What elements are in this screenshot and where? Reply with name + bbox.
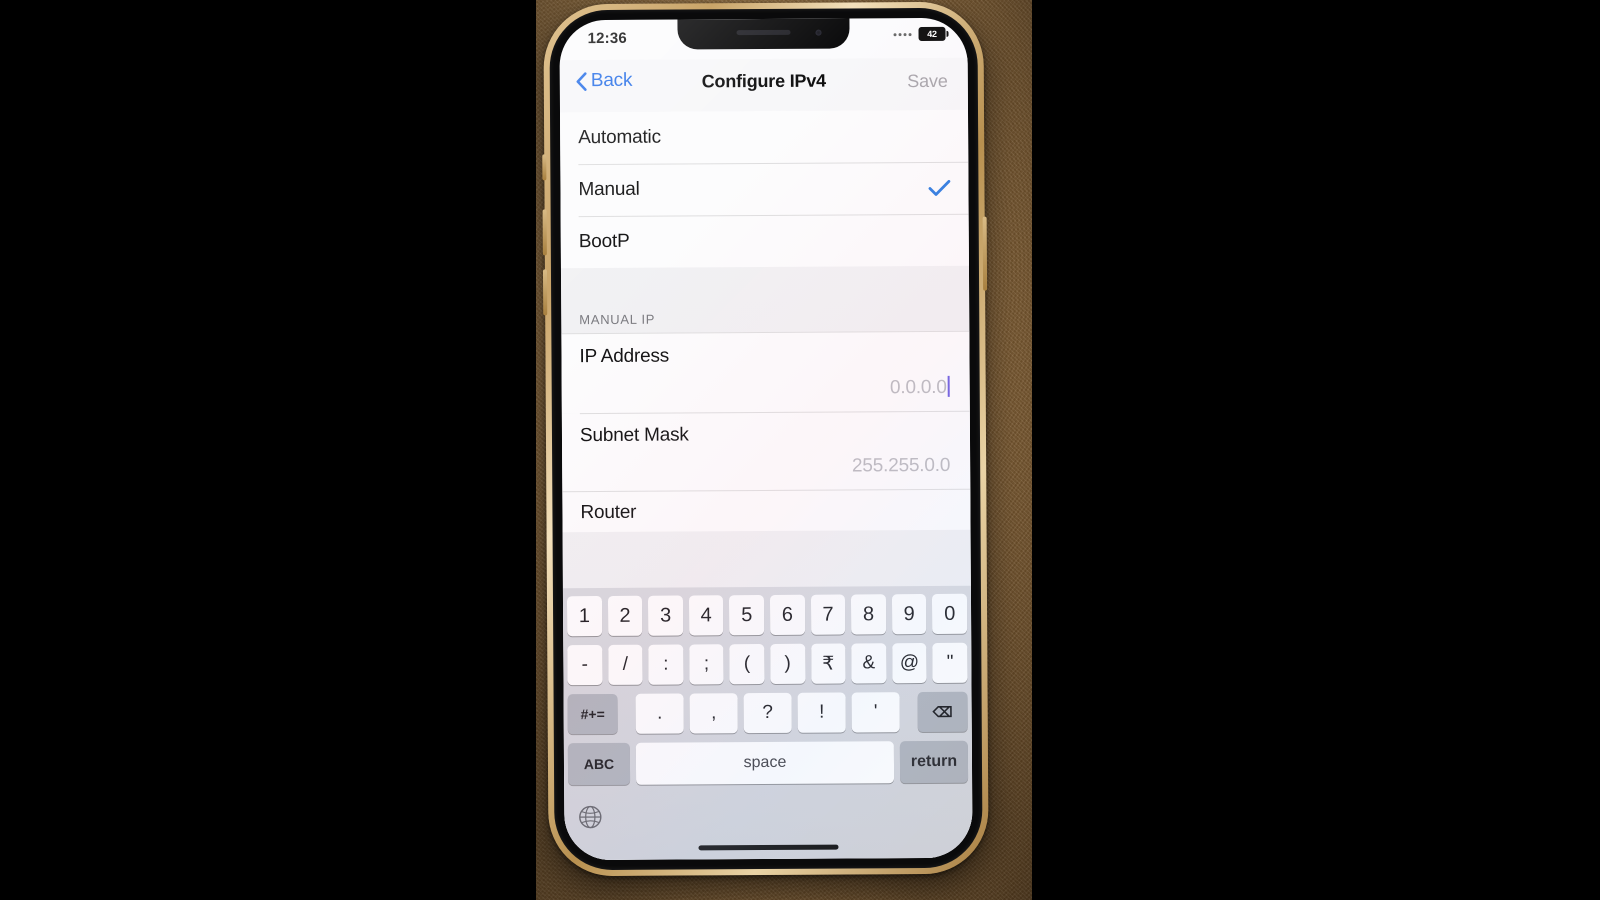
- field-subnet-mask[interactable]: Subnet Mask 255.255.0.0: [561, 410, 971, 492]
- key-ampersand[interactable]: &: [851, 643, 887, 684]
- key-slash[interactable]: /: [607, 644, 643, 685]
- screenshot-stage: 12:36 42 Back Configure IPv4 Save Automa…: [0, 0, 1600, 900]
- keyboard-spacer: [906, 692, 912, 732]
- keyboard-row-numbers: 1 2 3 4 5 6 7 8 9 0: [563, 593, 971, 637]
- key-1[interactable]: 1: [566, 596, 602, 637]
- status-clock: 12:36: [587, 29, 627, 48]
- ip-address-value: 0.0.0.0: [889, 376, 947, 399]
- key-period[interactable]: .: [635, 693, 684, 734]
- option-label: BootP: [578, 230, 630, 253]
- option-row-bootp[interactable]: BootP: [561, 214, 969, 268]
- battery-percent-label: 42: [927, 28, 937, 40]
- key-9[interactable]: 9: [891, 594, 927, 635]
- key-4[interactable]: 4: [688, 595, 724, 636]
- globe-icon[interactable]: [578, 805, 602, 829]
- save-button[interactable]: Save: [907, 71, 948, 92]
- subnet-mask-value: 255.255.0.0: [851, 454, 951, 477]
- manual-ip-section-header: MANUAL IP: [579, 311, 656, 328]
- key-quote[interactable]: ": [932, 642, 968, 683]
- key-hyphen[interactable]: -: [567, 645, 603, 686]
- key-8[interactable]: 8: [851, 594, 886, 635]
- key-semicolon[interactable]: ;: [689, 644, 724, 685]
- key-rupee[interactable]: ₹: [810, 643, 846, 684]
- back-button-label: Back: [590, 69, 633, 92]
- photo-region: 12:36 42 Back Configure IPv4 Save Automa…: [536, 0, 1032, 900]
- volume-up-button[interactable]: [542, 209, 547, 256]
- keyboard-row-bottom: ABC space return: [564, 740, 972, 786]
- key-at[interactable]: @: [892, 643, 927, 684]
- page-title: Configure IPv4: [701, 70, 826, 92]
- settings-content: Automatic Manual BootP MANUAL IP IP Addr…: [560, 109, 973, 861]
- text-cursor: [947, 375, 950, 397]
- notch: [677, 18, 850, 50]
- key-symbols-toggle[interactable]: #+=: [567, 693, 618, 735]
- key-space[interactable]: space: [635, 741, 895, 785]
- key-question[interactable]: ?: [743, 692, 792, 734]
- keyboard-spacer: [624, 694, 630, 734]
- key-6[interactable]: 6: [769, 594, 805, 635]
- back-button[interactable]: Back: [576, 70, 633, 92]
- key-3[interactable]: 3: [648, 595, 684, 636]
- key-comma[interactable]: ,: [689, 693, 738, 734]
- status-right-group: 42: [893, 26, 946, 42]
- key-apostrophe[interactable]: ': [851, 692, 900, 733]
- field-label: Router: [580, 501, 637, 524]
- option-label: Manual: [578, 178, 640, 201]
- key-abc[interactable]: ABC: [567, 742, 631, 786]
- key-colon[interactable]: :: [648, 644, 684, 685]
- iphone-device: 12:36 42 Back Configure IPv4 Save Automa…: [542, 1, 989, 877]
- earpiece-speaker-icon: [736, 29, 791, 36]
- option-label: Automatic: [578, 126, 661, 149]
- key-5[interactable]: 5: [729, 595, 765, 636]
- device-screen: 12:36 42 Back Configure IPv4 Save Automa…: [559, 17, 973, 861]
- home-indicator[interactable]: [698, 844, 839, 851]
- signal-strength-icon: [893, 32, 912, 36]
- field-label: Subnet Mask: [579, 424, 689, 447]
- field-label: IP Address: [579, 345, 670, 368]
- volume-down-button[interactable]: [542, 269, 548, 316]
- keyboard-row-symbols: - / : ; ( ) ₹ & @ ": [563, 642, 971, 686]
- field-router[interactable]: Router: [562, 488, 971, 533]
- key-paren-close[interactable]: ): [770, 643, 806, 684]
- mute-switch[interactable]: [542, 154, 547, 181]
- numeric-symbol-keyboard: 1 2 3 4 5 6 7 8 9 0 - /: ; () ₹ & @ " …: [562, 585, 973, 861]
- option-row-manual[interactable]: Manual: [560, 162, 968, 216]
- keyboard-row-punctuation: #+= . , ? ! ' ⌫: [564, 691, 972, 735]
- subnet-mask-input[interactable]: 255.255.0.0: [580, 445, 952, 491]
- key-return[interactable]: return: [899, 740, 969, 784]
- keyboard-bottom-bar: [564, 792, 972, 840]
- key-paren-open[interactable]: (: [729, 644, 765, 685]
- chevron-left-icon: [576, 71, 587, 91]
- key-7[interactable]: 7: [810, 594, 846, 635]
- ip-address-input[interactable]: 0.0.0.0: [580, 366, 952, 413]
- navigation-bar: Back Configure IPv4 Save: [559, 57, 968, 113]
- key-0[interactable]: 0: [932, 593, 968, 634]
- key-delete[interactable]: ⌫: [917, 691, 968, 733]
- checkmark-icon: [928, 179, 951, 196]
- config-options-group: Automatic Manual BootP: [560, 109, 969, 269]
- field-ip-address[interactable]: IP Address 0.0.0.0: [561, 330, 970, 414]
- key-exclamation[interactable]: !: [797, 692, 846, 733]
- power-button[interactable]: [982, 216, 988, 291]
- battery-icon: 42: [918, 26, 946, 42]
- front-camera-icon: [815, 29, 822, 36]
- key-2[interactable]: 2: [607, 595, 643, 636]
- option-row-automatic[interactable]: Automatic: [560, 110, 968, 164]
